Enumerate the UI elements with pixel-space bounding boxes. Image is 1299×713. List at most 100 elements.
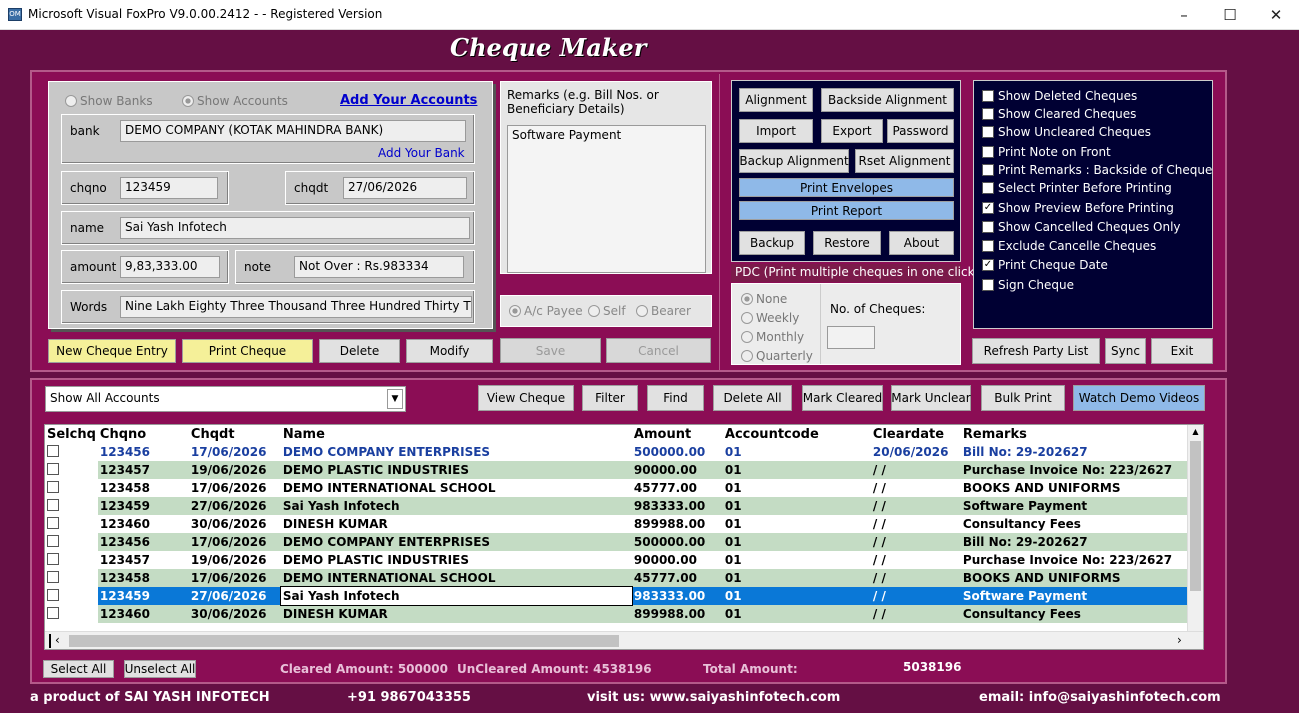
row-checkbox[interactable] xyxy=(47,480,59,493)
table-row[interactable]: 123460 30/06/2026 DINESH KUMAR 899988.00 01/… xyxy=(45,515,1190,533)
import-button[interactable]: Import xyxy=(739,119,813,143)
add-bank-link[interactable]: Add Your Bank xyxy=(378,146,465,160)
row-select-cell[interactable] xyxy=(45,533,98,551)
words-field[interactable]: Nine Lakh Eighty Three Thousand Three Hu… xyxy=(120,296,472,318)
option-checkbox[interactable]: ✓ Print Cheque Date xyxy=(982,258,1108,272)
checkbox-icon[interactable] xyxy=(982,108,994,120)
modify-button[interactable]: Modify xyxy=(406,339,493,363)
row-checkbox[interactable] xyxy=(47,444,59,457)
row-select-cell[interactable] xyxy=(45,587,98,605)
restore-button[interactable]: Restore xyxy=(813,231,881,255)
table-row[interactable]: 123460 30/06/2026 DINESH KUMAR 899988.00 01/… xyxy=(45,605,1190,623)
account-filter-select[interactable]: Show All Accounts ▼ xyxy=(45,386,406,412)
row-checkbox[interactable] xyxy=(47,570,59,583)
filter-button[interactable]: Filter xyxy=(582,385,638,411)
row-select-cell[interactable] xyxy=(45,443,98,461)
pdc-weekly-radio[interactable]: Weekly xyxy=(741,311,799,325)
option-checkbox[interactable]: Show Cancelled Cheques Only xyxy=(982,220,1181,234)
delete-all-button[interactable]: Delete All xyxy=(713,385,792,411)
checkbox-icon[interactable] xyxy=(982,221,994,233)
print-report-button[interactable]: Print Report xyxy=(739,201,954,220)
ac-payee-radio[interactable]: A/c Payee xyxy=(509,304,583,318)
password-button[interactable]: Password xyxy=(887,119,954,143)
note-field[interactable]: Not Over : Rs.983334 xyxy=(294,256,464,278)
row-select-cell[interactable] xyxy=(45,515,98,533)
view-cheque-button[interactable]: View Cheque xyxy=(478,385,574,411)
table-row[interactable]: 123457 19/06/2026 DEMO PLASTIC INDUSTRIES 9… xyxy=(45,461,1190,479)
checkbox-icon[interactable] xyxy=(982,240,994,252)
horizontal-scrollbar[interactable]: ‹ › xyxy=(45,631,1203,649)
backside-alignment-button[interactable]: Backside Alignment xyxy=(821,88,954,112)
row-select-cell[interactable] xyxy=(45,461,98,479)
print-cheque-button[interactable]: Print Cheque xyxy=(182,339,313,363)
table-row[interactable]: 123458 17/06/2026 DEMO INTERNATIONAL SCHOO… xyxy=(45,479,1190,497)
pdc-monthly-radio[interactable]: Monthly xyxy=(741,330,804,344)
row-checkbox[interactable] xyxy=(47,588,59,601)
checkbox-icon[interactable] xyxy=(982,146,994,158)
table-row[interactable]: 123457 19/06/2026 DEMO PLASTIC INDUSTRIES 9… xyxy=(45,551,1190,569)
close-icon[interactable]: ✕ xyxy=(1253,0,1299,30)
table-row[interactable]: 123459 27/06/2026 Sai Yash Infotech 983333.… xyxy=(45,586,1190,606)
option-checkbox[interactable]: Print Note on Front xyxy=(982,145,1111,159)
table-row[interactable]: 123459 27/06/2026 Sai Yash Infotech 983333.… xyxy=(45,497,1190,515)
column-header[interactable]: Amount xyxy=(632,425,723,443)
option-checkbox[interactable]: Show Deleted Cheques xyxy=(982,89,1137,103)
alignment-button[interactable]: Alignment xyxy=(739,88,813,112)
checkbox-icon[interactable] xyxy=(982,182,994,194)
vertical-scrollbar[interactable]: ▲ xyxy=(1187,425,1203,631)
option-checkbox[interactable]: ✓ Show Preview Before Printing xyxy=(982,201,1174,215)
mark-unclear-button[interactable]: Mark Unclear xyxy=(891,385,971,411)
unselect-all-button[interactable]: Unselect All xyxy=(124,660,196,678)
checkbox-icon[interactable] xyxy=(982,90,994,102)
amount-field[interactable]: 9,83,333.00 xyxy=(120,256,220,278)
column-header[interactable]: Chqno xyxy=(98,425,189,443)
delete-button[interactable]: Delete xyxy=(319,339,400,363)
print-envelopes-button[interactable]: Print Envelopes xyxy=(739,178,954,197)
self-radio[interactable]: Self xyxy=(588,304,626,318)
backup-alignment-button[interactable]: Backup Alignment xyxy=(739,149,849,173)
row-select-cell[interactable] xyxy=(45,569,98,587)
checkbox-icon[interactable]: ✓ xyxy=(982,259,994,271)
option-checkbox[interactable]: Show Cleared Cheques xyxy=(982,107,1136,121)
option-checkbox[interactable]: Sign Cheque xyxy=(982,278,1074,292)
maximize-icon[interactable]: ☐ xyxy=(1207,0,1253,30)
cancel-button[interactable]: Cancel xyxy=(606,338,711,363)
find-button[interactable]: Find xyxy=(647,385,704,411)
exit-button[interactable]: Exit xyxy=(1151,338,1213,364)
watch-demo-button[interactable]: Watch Demo Videos xyxy=(1073,385,1205,411)
row-checkbox[interactable] xyxy=(47,516,59,529)
column-header[interactable]: Remarks xyxy=(961,425,1190,443)
footer-email[interactable]: email: info@saiyashinfotech.com xyxy=(979,690,1221,705)
table-row[interactable]: 123458 17/06/2026 DEMO INTERNATIONAL SCHOO… xyxy=(45,569,1190,587)
save-button[interactable]: Save xyxy=(500,338,601,363)
table-row[interactable]: 123456 17/06/2026 DEMO COMPANY ENTERPRISES… xyxy=(45,443,1190,461)
checkbox-icon[interactable] xyxy=(982,164,994,176)
checkbox-icon[interactable]: ✓ xyxy=(982,202,994,214)
export-button[interactable]: Export xyxy=(821,119,883,143)
pdc-count-field[interactable] xyxy=(827,326,875,349)
bulk-print-button[interactable]: Bulk Print xyxy=(981,385,1065,411)
option-checkbox[interactable]: Exclude Cancelle Cheques xyxy=(982,239,1156,253)
show-accounts-radio[interactable]: Show Accounts xyxy=(182,94,288,108)
checkbox-icon[interactable] xyxy=(982,279,994,291)
pdc-quarterly-radio[interactable]: Quarterly xyxy=(741,349,813,363)
refresh-party-list-button[interactable]: Refresh Party List xyxy=(972,338,1100,364)
column-header[interactable]: Selchq xyxy=(45,425,98,443)
row-checkbox[interactable] xyxy=(47,462,59,475)
row-select-cell[interactable] xyxy=(45,605,98,623)
footer-website[interactable]: visit us: www.saiyashinfotech.com xyxy=(587,690,840,705)
mark-cleared-button[interactable]: Mark Cleared xyxy=(802,385,883,411)
column-header[interactable]: Accountcode xyxy=(723,425,871,443)
row-checkbox[interactable] xyxy=(47,498,59,511)
scroll-right-icon[interactable]: › xyxy=(1177,633,1182,647)
bearer-radio[interactable]: Bearer xyxy=(636,304,691,318)
scroll-thumb[interactable] xyxy=(69,635,619,647)
row-select-cell[interactable] xyxy=(45,551,98,569)
option-checkbox[interactable]: Print Remarks : Backside of Cheque xyxy=(982,163,1212,177)
minimize-icon[interactable]: – xyxy=(1161,0,1207,30)
sync-button[interactable]: Sync xyxy=(1105,338,1146,364)
column-header[interactable]: Cleardate xyxy=(871,425,961,443)
table-row[interactable]: 123456 17/06/2026 DEMO COMPANY ENTERPRISES… xyxy=(45,533,1190,551)
chevron-down-icon[interactable]: ▼ xyxy=(387,389,403,409)
row-select-cell[interactable] xyxy=(45,497,98,515)
